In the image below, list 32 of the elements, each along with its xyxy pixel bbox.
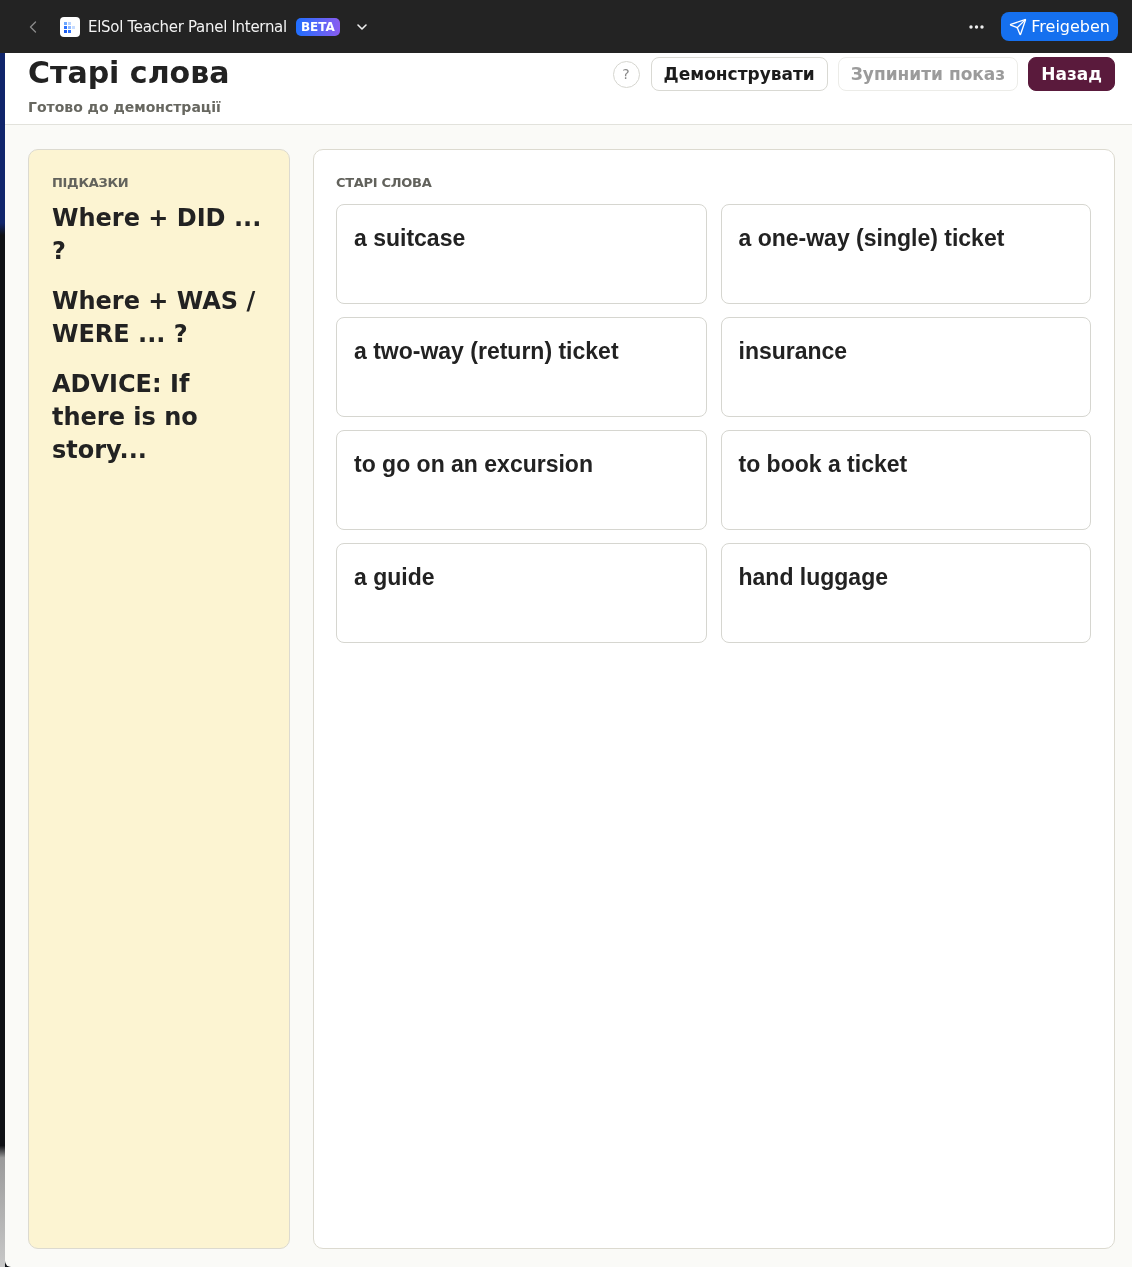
word-card[interactable]: hand luggage [720,543,1091,643]
word-card[interactable]: a suitcase [336,204,707,304]
hint-text: ADVICE: If there is no story... [52,369,199,466]
paper-plane-icon [1009,17,1028,36]
word-card[interactable]: a one-way (single) ticket [720,204,1091,304]
word-text: hand luggage [738,564,888,590]
word-text: a guide [354,564,435,590]
word-card[interactable]: a guide [336,543,707,643]
word-text: a two-way (return) ticket [354,338,619,364]
words-heading: СТАРІ СЛОВА [336,175,433,190]
hints-heading: ПІДКАЗКИ [52,175,130,190]
hint-text: Where + DID ... ? [52,203,263,267]
status-text: Готово до демонстрації [28,99,222,115]
word-text: insurance [738,338,848,364]
hint-text: Where + WAS / WERE ... ? [52,286,257,350]
help-button[interactable]: ? [612,60,640,88]
word-text: a one-way (single) ticket [738,225,1005,251]
word-text: to book a ticket [738,451,908,477]
beta-badge: BETA [295,17,340,36]
share-button[interactable]: Freigeben [1001,12,1118,41]
action-button[interactable]: Демонструвати [650,57,828,91]
back-button[interactable]: Назад [1028,57,1115,91]
page-title: Старі слова [28,57,230,89]
word-card[interactable]: a two-way (return) ticket [336,317,707,417]
word-text: to go on an excursion [354,451,593,477]
app-name: ElSol Teacher Panel Internal [88,17,287,36]
word-card[interactable]: to book a ticket [720,430,1091,530]
app-logo-icon [60,16,80,37]
word-card[interactable]: insurance [720,317,1091,417]
word-card[interactable]: to go on an excursion [336,430,707,530]
more-icon [968,24,984,29]
word-text: a suitcase [354,225,466,251]
